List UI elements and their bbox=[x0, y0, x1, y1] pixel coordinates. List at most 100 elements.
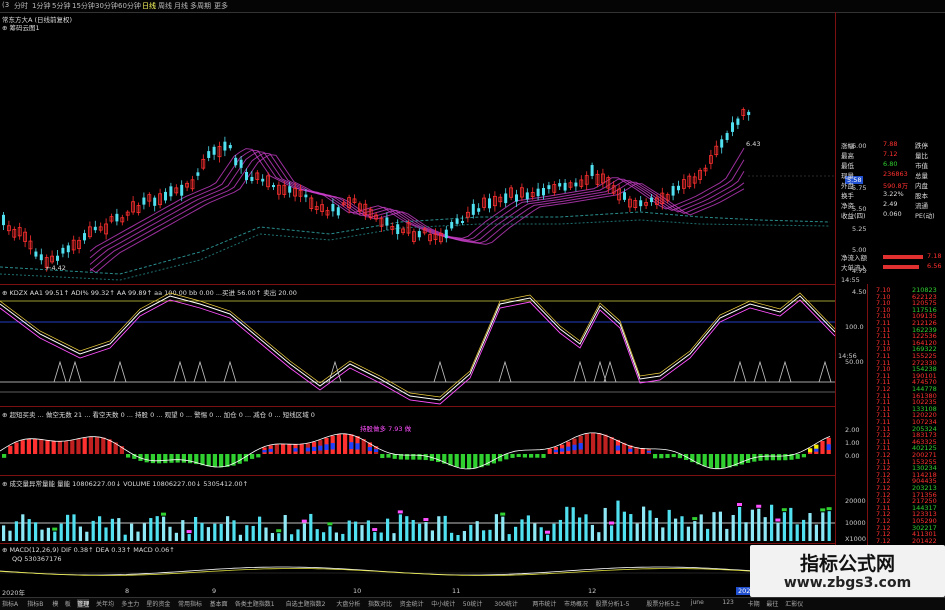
trend-bar bbox=[727, 454, 732, 468]
indicator-tab[interactable]: 模 bbox=[52, 599, 58, 608]
volume-bar bbox=[136, 531, 140, 541]
indicator-tab[interactable]: 各类主题指数1 bbox=[235, 599, 275, 608]
fund-flow-row: 大单流入 6.56 bbox=[835, 262, 945, 272]
candle-body bbox=[153, 197, 157, 206]
period-tab[interactable]: 15分钟 bbox=[72, 1, 95, 11]
separator-vertical-axis bbox=[835, 12, 836, 597]
indicator-tab[interactable]: 300统计 bbox=[494, 599, 517, 608]
period-tab[interactable]: 分时 bbox=[14, 1, 28, 11]
tick-list[interactable]: 7.10 210823 7.10 622123 7.10 120575 7.10 117516… bbox=[868, 286, 945, 546]
quote-time: 14:55 bbox=[835, 276, 945, 286]
kdj-signal-triangle bbox=[573, 360, 587, 383]
trend-bar-segment bbox=[646, 450, 651, 453]
volume-bar bbox=[283, 515, 287, 541]
trend-bar bbox=[26, 438, 31, 454]
indicator-tab[interactable]: 中小统计 bbox=[431, 599, 455, 608]
volume-marker bbox=[276, 529, 282, 533]
volume-axis-unit: X1000 bbox=[845, 535, 866, 543]
volume-bar bbox=[200, 522, 204, 541]
indicator-tab[interactable]: 两市统计 bbox=[532, 599, 556, 608]
quote-info-key: 外盘 bbox=[841, 182, 854, 190]
indicator-tab[interactable]: 指数对比 bbox=[368, 599, 392, 608]
indicator-tab[interactable]: 多主力 bbox=[121, 599, 139, 608]
volume-bar bbox=[718, 511, 722, 541]
volume-marker bbox=[692, 517, 698, 521]
trend-bar bbox=[250, 454, 255, 459]
volume-marker bbox=[500, 512, 506, 516]
fund-flow-label: 净流入额 bbox=[841, 254, 867, 262]
indicator-tab[interactable]: june bbox=[691, 599, 704, 606]
volume-bar bbox=[251, 525, 255, 541]
trend-chart[interactable] bbox=[0, 406, 835, 475]
trend-bar bbox=[721, 454, 726, 469]
indicator-tab[interactable]: 管理 bbox=[77, 599, 90, 608]
volume-bar bbox=[456, 534, 460, 541]
indicator-tab[interactable]: 资金统计 bbox=[400, 599, 424, 608]
fund-flow-value: 7.18 bbox=[927, 252, 942, 260]
indicator-tab[interactable]: 指标B bbox=[27, 599, 43, 608]
volume-bar bbox=[738, 506, 742, 541]
period-tab[interactable]: (3 bbox=[2, 1, 9, 9]
trend-bar bbox=[336, 434, 341, 454]
period-tab[interactable]: 1分钟 bbox=[32, 1, 50, 11]
macd-chart[interactable] bbox=[0, 543, 835, 587]
trend-bar bbox=[653, 454, 658, 459]
indicator-tab[interactable]: 最往 bbox=[766, 599, 778, 608]
candle-body bbox=[250, 176, 254, 182]
candle-body bbox=[590, 165, 594, 176]
indicator-tab[interactable]: 股票分析5上 bbox=[646, 599, 680, 608]
quote-info-key2: 量比 bbox=[915, 152, 928, 160]
period-tab[interactable]: 5分钟 bbox=[52, 1, 70, 11]
candle-body bbox=[563, 182, 567, 191]
trend-bar bbox=[206, 454, 211, 467]
ma-ribbon-group bbox=[89, 147, 745, 274]
indicator-tab[interactable]: 123 bbox=[722, 599, 733, 606]
indicator-tab[interactable]: 汇影仪 bbox=[785, 599, 803, 608]
indicator-tab[interactable]: 板 bbox=[65, 599, 71, 608]
indicator-tab[interactable]: 关年均 bbox=[96, 599, 114, 608]
volume-bar bbox=[27, 519, 31, 541]
trend-bar-segment bbox=[826, 444, 831, 450]
indicator-tab[interactable]: 股票分析1-5 bbox=[596, 599, 630, 608]
volume-bar bbox=[14, 521, 18, 541]
period-tab[interactable]: 月线 bbox=[174, 1, 188, 11]
period-tab[interactable]: 日线 bbox=[142, 1, 156, 11]
indicator-tab[interactable]: 指标A bbox=[2, 599, 18, 608]
kdj-chart[interactable] bbox=[0, 284, 835, 406]
volume-bar bbox=[277, 533, 281, 541]
candle-body bbox=[455, 218, 459, 224]
trend-bar bbox=[659, 454, 664, 459]
indicator-tab[interactable]: 大盘分析 bbox=[336, 599, 360, 608]
trend-bar bbox=[274, 444, 279, 454]
volume-bar bbox=[168, 526, 172, 541]
volume-axis-10000: 10000 bbox=[845, 519, 866, 527]
kdj-signal-triangle bbox=[53, 360, 67, 383]
indicator-tab[interactable]: 星的资金 bbox=[146, 599, 170, 608]
volume-bar bbox=[763, 517, 767, 541]
volume-bar bbox=[2, 525, 6, 541]
indicator-tab[interactable]: 50统计 bbox=[463, 599, 483, 608]
indicator-tab[interactable]: 市场概况 bbox=[564, 599, 588, 608]
volume-bar bbox=[296, 529, 300, 541]
trend-bar-segment bbox=[355, 443, 360, 450]
volume-bar bbox=[494, 514, 498, 541]
candle-body bbox=[56, 255, 59, 261]
volume-chart[interactable] bbox=[0, 475, 835, 543]
period-tab[interactable]: 30分钟 bbox=[95, 1, 118, 11]
volume-bar bbox=[744, 522, 748, 541]
period-tab[interactable]: 60分钟 bbox=[118, 1, 141, 11]
indicator-tab[interactable]: 基本面 bbox=[210, 599, 228, 608]
indicator-tab[interactable]: 常用指标 bbox=[178, 599, 202, 608]
kdj-signal-triangle bbox=[433, 360, 447, 383]
trend-bar bbox=[299, 444, 304, 454]
period-tab[interactable]: 多周期 bbox=[190, 1, 211, 11]
volume-bar bbox=[219, 523, 223, 541]
period-tab[interactable]: 更多 bbox=[214, 1, 228, 11]
kline-chart[interactable] bbox=[0, 12, 835, 284]
candle-body bbox=[542, 187, 545, 196]
volume-bar bbox=[341, 533, 345, 541]
indicator-tab[interactable]: 卡期 bbox=[748, 599, 760, 608]
volume-bar bbox=[110, 518, 114, 541]
period-tab[interactable]: 周线 bbox=[158, 1, 172, 11]
indicator-tab[interactable]: 自选主题指数2 bbox=[286, 599, 326, 608]
